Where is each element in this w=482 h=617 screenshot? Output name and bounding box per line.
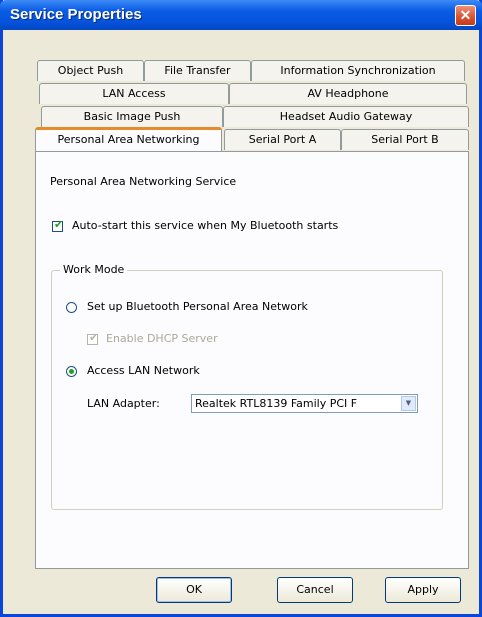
close-button[interactable]: ✕: [455, 5, 476, 26]
work-mode-legend: Work Mode: [60, 263, 128, 276]
tab-row-1: Object Push File Transfer Information Sy…: [3, 60, 479, 81]
close-icon: ✕: [459, 7, 472, 23]
lan-adapter-label: LAN Adapter:: [87, 397, 160, 410]
apply-button[interactable]: Apply: [385, 577, 461, 603]
tab-file-transfer[interactable]: File Transfer: [144, 60, 251, 81]
ok-button[interactable]: OK: [156, 577, 232, 603]
lan-adapter-value: Realtek RTL8139 Family PCI F: [195, 397, 358, 410]
tab-av-headphone[interactable]: AV Headphone: [229, 83, 467, 104]
radio-selected-dot: [69, 369, 74, 374]
radio-access-lan[interactable]: [66, 366, 77, 377]
service-properties-window: Service Properties ✕ Object Push File Tr…: [0, 0, 482, 617]
autostart-checkbox[interactable]: ✔: [52, 218, 64, 232]
tab-headset-audio-gateway[interactable]: Headset Audio Gateway: [223, 106, 469, 127]
tab-personal-area-networking[interactable]: Personal Area Networking: [35, 127, 222, 151]
checkmark-icon: ✔: [54, 218, 64, 231]
work-mode-group: Work Mode Set up Bluetooth Personal Area…: [51, 263, 443, 510]
chevron-down-icon[interactable]: ▼: [401, 396, 416, 411]
tab-information-synchronization[interactable]: Information Synchronization: [251, 60, 465, 81]
tab-row-3: Basic Image Push Headset Audio Gateway: [3, 106, 479, 127]
radio-setup-pan[interactable]: [66, 302, 77, 313]
dhcp-label[interactable]: Enable DHCP Server: [106, 332, 218, 345]
tab-object-push[interactable]: Object Push: [37, 60, 144, 81]
cancel-button[interactable]: Cancel: [277, 577, 353, 603]
radio-setup-pan-label[interactable]: Set up Bluetooth Personal Area Network: [87, 300, 308, 313]
title-bar[interactable]: Service Properties ✕: [0, 0, 482, 30]
radio-access-lan-label[interactable]: Access LAN Network: [87, 364, 200, 377]
tab-row-4: Personal Area Networking Serial Port A S…: [3, 127, 479, 151]
section-title: Personal Area Networking Service: [50, 175, 237, 188]
lan-adapter-select[interactable]: Realtek RTL8139 Family PCI F ▼: [191, 394, 418, 413]
checkmark-icon: ✔: [89, 331, 99, 344]
tab-serial-port-a[interactable]: Serial Port A: [224, 129, 341, 150]
dhcp-checkbox[interactable]: ✔: [87, 331, 99, 345]
tab-row-2: LAN Access AV Headphone: [3, 83, 479, 104]
tab-lan-access[interactable]: LAN Access: [39, 83, 229, 104]
tab-panel: Personal Area Networking Service ✔ Auto-…: [35, 151, 469, 569]
window-title: Service Properties: [10, 6, 142, 23]
tab-serial-port-b[interactable]: Serial Port B: [341, 129, 469, 150]
autostart-label[interactable]: Auto-start this service when My Bluetoot…: [72, 219, 338, 232]
tab-basic-image-push[interactable]: Basic Image Push: [41, 106, 223, 127]
